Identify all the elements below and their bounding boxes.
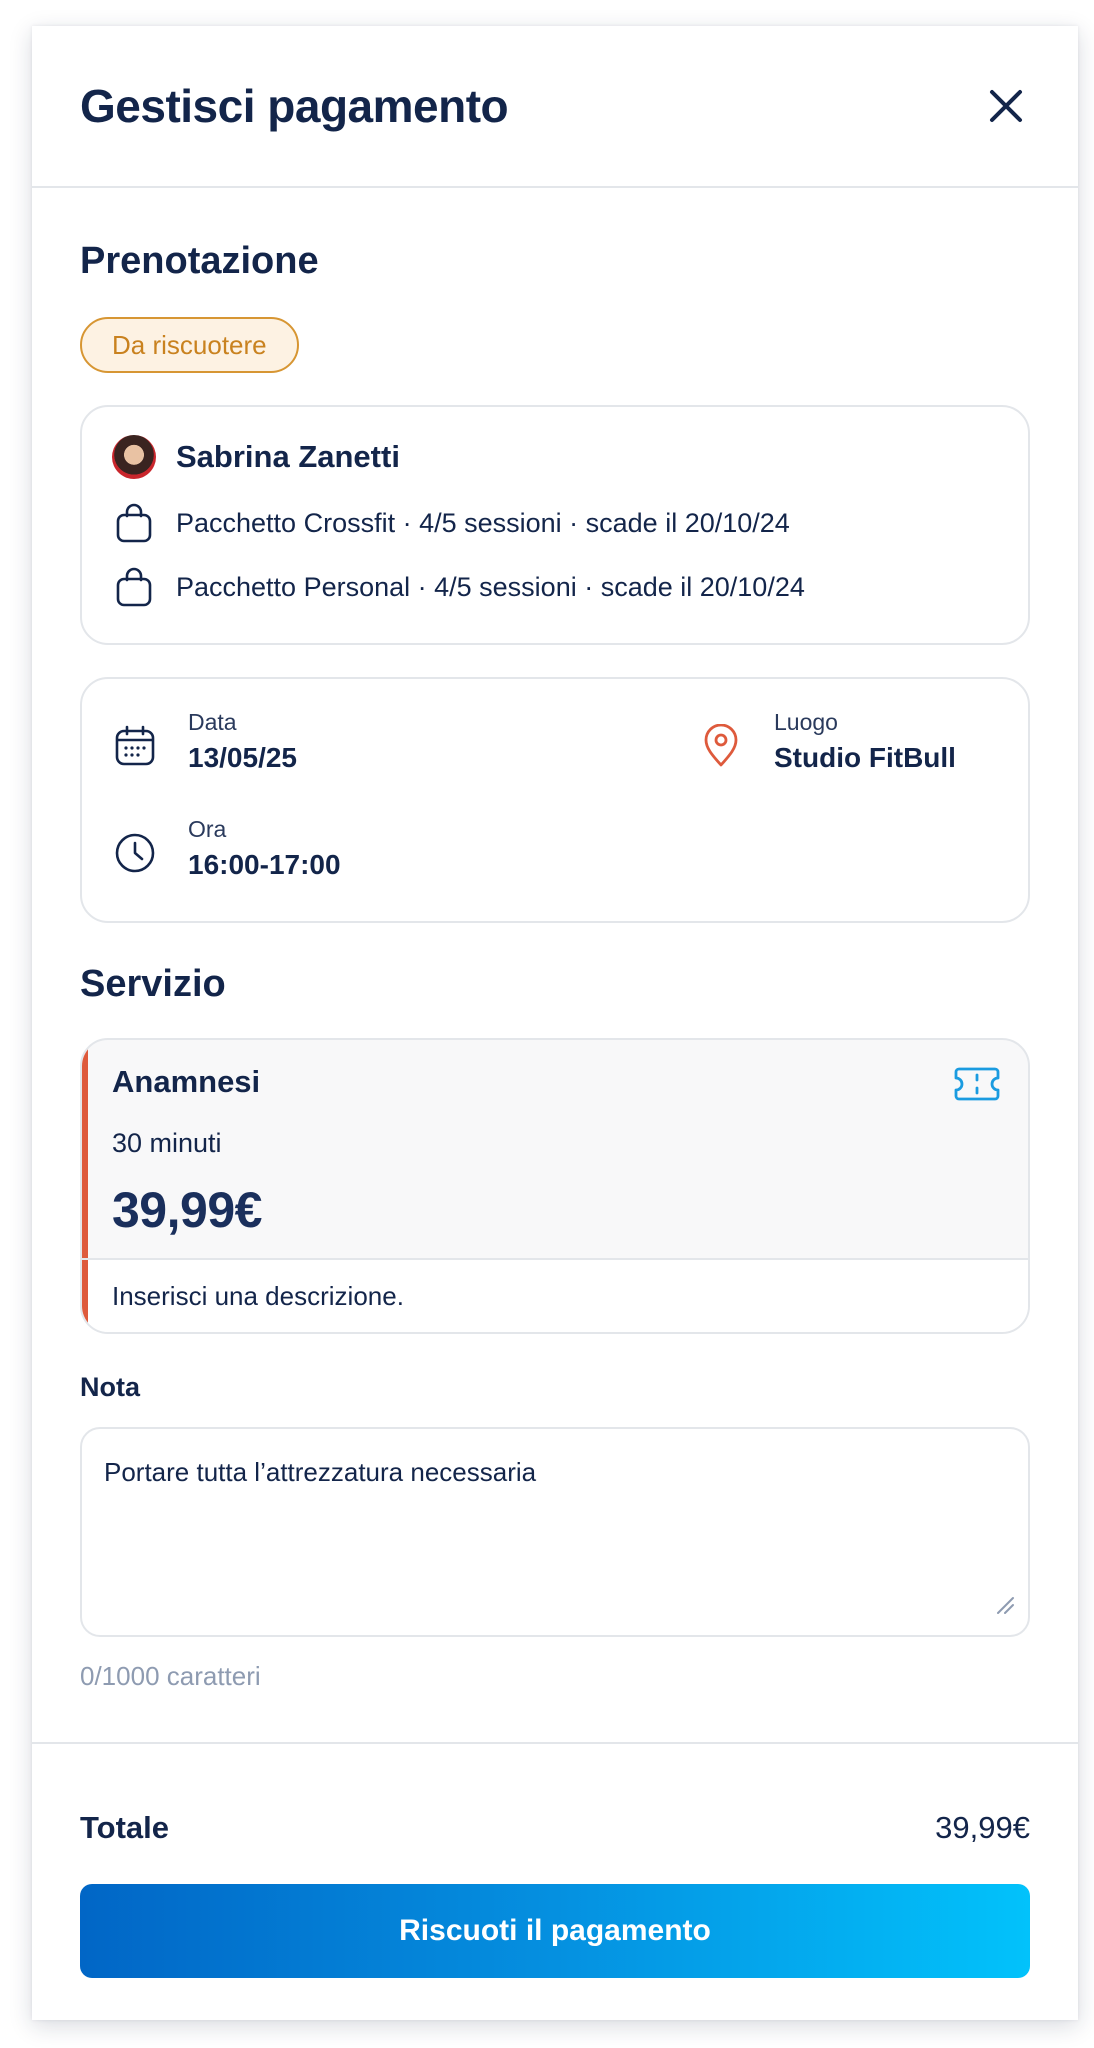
time-info: Ora 16:00-17:00 — [112, 816, 341, 881]
package-row: Pacchetto Personal · 4/5 sessioni · scad… — [112, 567, 998, 607]
note-label: Nota — [80, 1372, 140, 1402]
collect-payment-button[interactable]: Riscuoti il pagamento — [80, 1884, 1030, 1978]
client-name: Sabrina Zanetti — [176, 439, 400, 474]
service-summary: Anamnesi 30 minuti 39,99€ — [82, 1040, 1028, 1260]
place-info: Luogo Studio FitBull — [698, 709, 956, 774]
dialog-body: Prenotazione Da riscuotere Sabrina Zanet… — [32, 240, 1078, 1692]
service-duration: 30 minuti — [112, 1128, 222, 1158]
place-label: Luogo — [774, 709, 838, 735]
shopping-bag-icon — [112, 567, 156, 607]
time-value: 16:00-17:00 — [188, 849, 341, 880]
total-row: Totale 39,99€ — [80, 1810, 1030, 1846]
package-text: Pacchetto Crossfit · 4/5 sessioni · scad… — [176, 507, 790, 538]
total-label: Totale — [80, 1810, 169, 1845]
date-info: Data 13/05/25 — [112, 709, 297, 774]
booking-details-card: Data 13/05/25 Luogo Studio FitBull Ora 1… — [80, 677, 1030, 923]
status-badge: Da riscuotere — [80, 317, 299, 373]
package-row: Pacchetto Crossfit · 4/5 sessioni · scad… — [112, 503, 998, 543]
client-card: Sabrina Zanetti Pacchetto Crossfit · 4/5… — [80, 405, 1030, 645]
place-value: Studio FitBull — [774, 742, 956, 773]
time-label: Ora — [188, 816, 227, 842]
date-value: 13/05/25 — [188, 742, 297, 773]
clock-icon — [112, 830, 158, 876]
page-title: Gestisci pagamento — [80, 80, 509, 132]
service-description-field[interactable]: Inserisci una descrizione. — [82, 1260, 1028, 1332]
booking-section-title: Prenotazione — [80, 240, 319, 282]
footer-divider — [32, 1742, 1078, 1744]
package-text: Pacchetto Personal · 4/5 sessioni · scad… — [176, 571, 805, 602]
ticket-icon — [954, 1066, 1000, 1107]
total-value: 39,99€ — [935, 1810, 1030, 1845]
service-section-title: Servizio — [80, 963, 226, 1005]
service-card[interactable]: Anamnesi 30 minuti 39,99€ Inserisci una … — [80, 1038, 1030, 1334]
service-price: 39,99€ — [112, 1182, 262, 1238]
close-icon — [990, 90, 1022, 122]
note-text: Portare tutta l’attrezzatura necessaria — [104, 1457, 537, 1487]
avatar — [112, 435, 156, 479]
resize-handle-icon[interactable] — [994, 1592, 1016, 1623]
location-pin-icon — [698, 723, 744, 769]
note-textarea[interactable]: Portare tutta l’attrezzatura necessaria — [80, 1427, 1030, 1637]
close-button[interactable] — [982, 82, 1030, 130]
date-label: Data — [188, 709, 237, 735]
dialog-header: Gestisci pagamento — [32, 26, 1078, 188]
payment-dialog: Gestisci pagamento Prenotazione Da riscu… — [32, 26, 1078, 2020]
client-row: Sabrina Zanetti — [112, 433, 998, 481]
shopping-bag-icon — [112, 503, 156, 543]
char-counter: 0/1000 caratteri — [80, 1661, 261, 1691]
service-name: Anamnesi — [112, 1064, 261, 1099]
calendar-icon — [112, 723, 158, 769]
